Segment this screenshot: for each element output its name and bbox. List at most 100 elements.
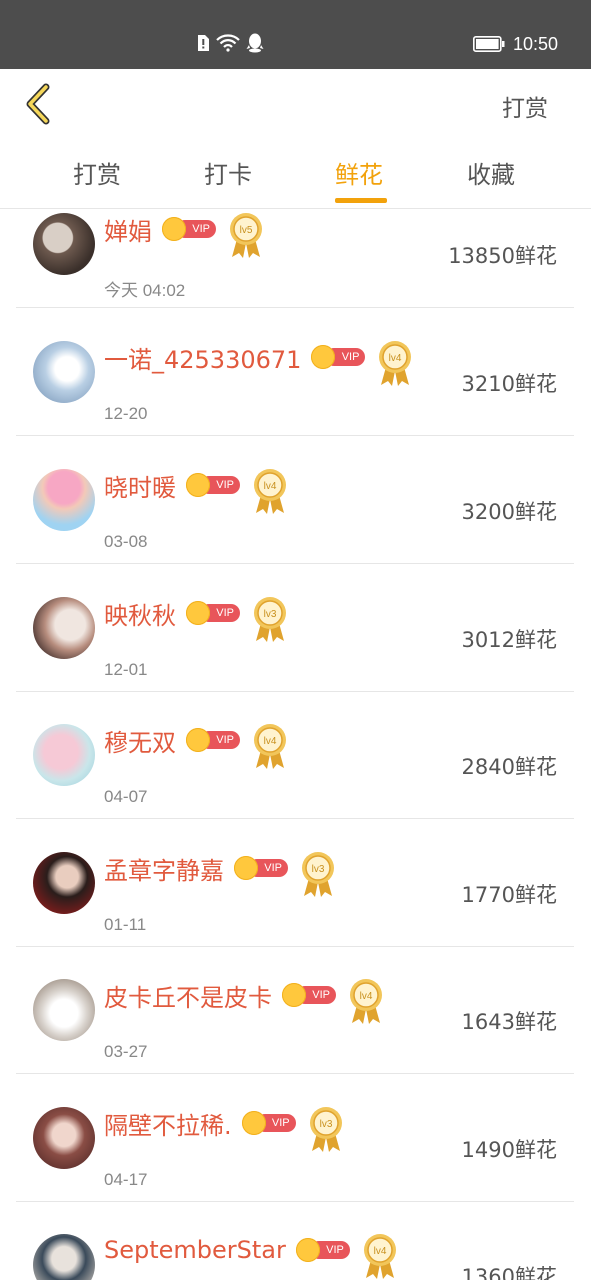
- flower-ranking-list: 婵娟 VIP lv5 今天 04:02 13850鲜花 一诺_425330671…: [0, 209, 591, 1280]
- medal-level: lv4: [373, 1246, 386, 1257]
- flower-count: 3200鲜花: [461, 500, 557, 524]
- crown-icon: [282, 983, 306, 1007]
- flower-count: 1643鲜花: [461, 1010, 557, 1034]
- user-name: 皮卡丘不是皮卡: [104, 983, 272, 1012]
- reward-action-button[interactable]: 打赏: [502, 89, 548, 123]
- crown-icon: [162, 217, 186, 241]
- list-item[interactable]: 孟章字静嘉 VIP lv3 01-11 1770鲜花: [16, 819, 574, 947]
- tab-bar: 打赏 打卡 鲜花 收藏: [0, 139, 591, 209]
- flower-count: 3012鲜花: [461, 628, 557, 652]
- name-line: 映秋秋 VIP lv3: [104, 593, 288, 642]
- vip-badge: VIP: [241, 1111, 296, 1135]
- medal-icon: lv4: [363, 1234, 396, 1279]
- status-icons: [196, 33, 264, 53]
- sim-alert-icon: [198, 35, 209, 51]
- battery-icon: [472, 36, 505, 52]
- name-line: 婵娟 VIP lv5: [104, 209, 264, 258]
- avatar: [33, 213, 95, 275]
- vip-badge: VIP: [186, 473, 240, 497]
- list-item[interactable]: SeptemberStar VIP lv4 1360鲜花: [16, 1201, 574, 1280]
- list-item[interactable]: 一诺_425330671 VIP lv4 12-20 3210鲜花: [16, 308, 574, 436]
- item-date: 01-11: [104, 915, 147, 934]
- status-time: 10:50: [512, 33, 558, 54]
- medal-icon: lv3: [254, 597, 286, 642]
- medal-level: lv4: [264, 481, 277, 492]
- list-item[interactable]: 映秋秋 VIP lv3 12-01 3012鲜花: [16, 564, 574, 692]
- item-date: 04-17: [104, 1170, 148, 1189]
- avatar: [33, 1107, 95, 1169]
- vip-badge: VIP: [186, 728, 240, 752]
- flower-count: 1360鲜花: [461, 1265, 557, 1280]
- crown-icon: [186, 728, 210, 752]
- avatar: [33, 469, 95, 531]
- medal-level: lv4: [264, 736, 277, 747]
- user-name: 孟章字静嘉: [104, 856, 224, 885]
- vip-badge: VIP: [311, 345, 366, 369]
- vip-badge: VIP: [234, 856, 288, 880]
- item-date: 12-20: [104, 404, 148, 423]
- medal-level: lv5: [240, 225, 253, 236]
- flower-count: 2840鲜花: [461, 755, 557, 779]
- name-line: 穆无双 VIP lv4: [104, 720, 288, 769]
- user-name: 婵娟: [104, 217, 152, 246]
- name-line: SeptemberStar VIP lv4: [104, 1230, 398, 1279]
- tab-checkin[interactable]: 打卡: [204, 155, 252, 190]
- tab-favorites[interactable]: 收藏: [467, 155, 515, 190]
- item-date: 03-27: [104, 1042, 148, 1061]
- vip-badge: VIP: [162, 217, 216, 241]
- flower-count: 1490鲜花: [461, 1138, 557, 1162]
- tab-flowers[interactable]: 鲜花: [335, 155, 383, 190]
- avatar: [33, 852, 95, 914]
- vip-badge: VIP: [282, 983, 336, 1007]
- medal-level: lv3: [264, 609, 277, 620]
- medal-icon: lv3: [302, 852, 334, 897]
- chevron-left-icon: [26, 83, 50, 125]
- list-item[interactable]: 隔壁不拉稀. VIP lv3 04-17 1490鲜花: [16, 1074, 574, 1202]
- flower-count: 3210鲜花: [461, 372, 557, 396]
- tab-reward[interactable]: 打赏: [73, 155, 121, 190]
- list-item[interactable]: 婵娟 VIP lv5 今天 04:02 13850鲜花: [16, 209, 574, 308]
- user-name: 一诺_425330671: [104, 345, 302, 374]
- user-name: 隔壁不拉稀.: [104, 1111, 232, 1140]
- avatar: [33, 1234, 95, 1280]
- list-item[interactable]: 晓时暖 VIP lv4 03-08 3200鲜花: [16, 436, 574, 564]
- back-button[interactable]: [22, 83, 56, 125]
- vip-badge: VIP: [295, 1238, 350, 1262]
- flower-count: 13850鲜花: [448, 244, 557, 268]
- status-bar: 10:50: [0, 0, 591, 69]
- medal-icon: lv4: [350, 979, 382, 1024]
- name-line: 皮卡丘不是皮卡 VIP lv4: [104, 975, 384, 1024]
- item-date: 12-01: [104, 660, 148, 679]
- name-line: 孟章字静嘉 VIP lv3: [104, 848, 336, 897]
- crown-icon: [241, 1111, 266, 1135]
- name-line: 一诺_425330671 VIP lv4: [104, 337, 413, 386]
- list-item[interactable]: 皮卡丘不是皮卡 VIP lv4 03-27 1643鲜花: [16, 946, 574, 1074]
- flower-count: 1770鲜花: [461, 883, 557, 907]
- name-line: 晓时暖 VIP lv4: [104, 465, 288, 514]
- item-date: 03-08: [104, 532, 148, 551]
- medal-icon: lv4: [254, 469, 286, 514]
- avatar: [33, 724, 95, 786]
- status-right: 10:50: [472, 33, 558, 55]
- medal-level: lv4: [389, 353, 402, 364]
- avatar: [33, 979, 95, 1041]
- crown-icon: [186, 473, 210, 497]
- medal-icon: lv3: [309, 1107, 342, 1152]
- active-tab-indicator: [335, 198, 387, 203]
- crown-icon: [234, 856, 258, 880]
- item-date: 今天 04:02: [104, 281, 186, 300]
- avatar: [33, 341, 95, 403]
- medal-level: lv4: [360, 991, 373, 1002]
- vip-badge: VIP: [186, 601, 240, 625]
- medal-icon: lv5: [230, 213, 262, 258]
- avatar: [33, 597, 95, 659]
- user-name: 映秋秋: [104, 601, 176, 630]
- crown-icon: [186, 601, 210, 625]
- medal-icon: lv4: [254, 724, 286, 769]
- crown-icon: [295, 1238, 320, 1262]
- qq-icon: [246, 33, 264, 53]
- list-item[interactable]: 穆无双 VIP lv4 04-07 2840鲜花: [16, 691, 574, 819]
- user-name: 晓时暖: [104, 473, 176, 502]
- medal-level: lv3: [319, 1119, 332, 1130]
- user-name: SeptemberStar: [104, 1236, 286, 1264]
